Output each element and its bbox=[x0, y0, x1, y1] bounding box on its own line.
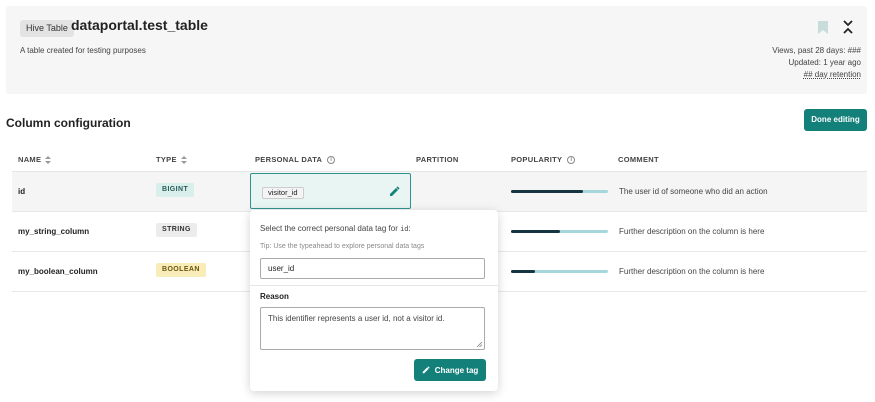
popover-prompt-text: Select the correct personal data tag for bbox=[260, 224, 398, 233]
column-header-comment-label: COMMENT bbox=[618, 155, 659, 164]
personal-data-tag: visitor_id bbox=[262, 187, 304, 199]
done-editing-button[interactable]: Done editing bbox=[804, 109, 867, 131]
type-badge: STRING bbox=[156, 223, 197, 237]
column-header-type[interactable]: TYPE bbox=[156, 155, 187, 164]
column-comment: Further description on the column is her… bbox=[619, 227, 765, 236]
type-badge: BOOLEAN bbox=[156, 263, 206, 277]
column-comment: Further description on the column is her… bbox=[619, 267, 765, 276]
change-tag-label: Change tag bbox=[434, 365, 479, 375]
bookmark-icon[interactable] bbox=[818, 21, 828, 34]
type-badge: BIGINT bbox=[156, 183, 195, 197]
reason-text: This identifier represents a user id, no… bbox=[268, 314, 445, 323]
section-title: Column configuration bbox=[6, 116, 131, 130]
table-type-badge: Hive Table bbox=[20, 20, 74, 37]
popularity-fill bbox=[511, 230, 560, 233]
reason-label: Reason bbox=[260, 292, 289, 301]
popover-prompt-suffix: : bbox=[408, 224, 411, 233]
popover-prompt: Select the correct personal data tag for… bbox=[260, 224, 411, 233]
pencil-icon bbox=[422, 366, 430, 374]
column-header-type-label: TYPE bbox=[156, 155, 177, 164]
column-header-comment: COMMENT bbox=[618, 155, 659, 164]
personal-data-tag-input[interactable] bbox=[260, 258, 485, 279]
column-comment: The user id of someone who did an action bbox=[619, 187, 768, 196]
column-header-partition-label: PARTITION bbox=[416, 155, 459, 164]
column-name: my_boolean_column bbox=[18, 267, 98, 276]
column-header-name[interactable]: NAME bbox=[18, 155, 52, 164]
change-tag-button[interactable]: Change tag bbox=[414, 359, 486, 381]
personal-data-tag-popover: Select the correct personal data tag for… bbox=[250, 210, 498, 391]
table-title: dataportal.test_table bbox=[71, 17, 208, 33]
column-header-popularity-label: POPULARITY bbox=[511, 155, 563, 164]
column-header-personal-data-label: PERSONAL DATA bbox=[255, 155, 323, 164]
table-header-card: Hive Table dataportal.test_table A table… bbox=[6, 6, 867, 94]
pencil-icon[interactable] bbox=[389, 186, 400, 197]
popularity-bar bbox=[511, 190, 608, 193]
resize-grip-icon[interactable] bbox=[477, 342, 482, 347]
info-icon[interactable]: i bbox=[567, 155, 576, 164]
popularity-bar bbox=[511, 230, 608, 233]
sort-icon bbox=[180, 155, 187, 164]
column-header-popularity[interactable]: POPULARITY i bbox=[511, 155, 576, 164]
views-count: Views, past 28 days: ### bbox=[772, 46, 861, 55]
collapse-icon[interactable] bbox=[842, 20, 854, 34]
popover-prompt-column: id bbox=[400, 225, 409, 233]
column-name: id bbox=[18, 187, 26, 196]
column-header-partition: PARTITION bbox=[416, 155, 459, 164]
popover-tip: Tip: Use the typeahead to explore person… bbox=[260, 243, 425, 250]
sort-icon bbox=[45, 155, 52, 164]
table-meta: Views, past 28 days: ### Updated: 1 year… bbox=[661, 45, 861, 81]
info-icon[interactable]: i bbox=[327, 155, 336, 164]
personal-data-tag-cell[interactable]: visitor_id bbox=[250, 173, 411, 209]
popularity-fill bbox=[511, 270, 536, 273]
updated-time: Updated: 1 year ago bbox=[788, 58, 862, 67]
column-header-personal-data[interactable]: PERSONAL DATA i bbox=[255, 155, 336, 164]
table-description: A table created for testing purposes bbox=[20, 46, 146, 55]
reason-textarea[interactable]: This identifier represents a user id, no… bbox=[260, 307, 485, 350]
table-row[interactable]: id BIGINT The user id of someone who did… bbox=[12, 172, 867, 212]
popularity-fill bbox=[511, 190, 583, 193]
retention-link[interactable]: ## day retention bbox=[804, 70, 861, 79]
column-name: my_string_column bbox=[18, 227, 90, 236]
column-header-name-label: NAME bbox=[18, 155, 42, 164]
popularity-bar bbox=[511, 270, 608, 273]
popover-divider bbox=[250, 285, 498, 286]
